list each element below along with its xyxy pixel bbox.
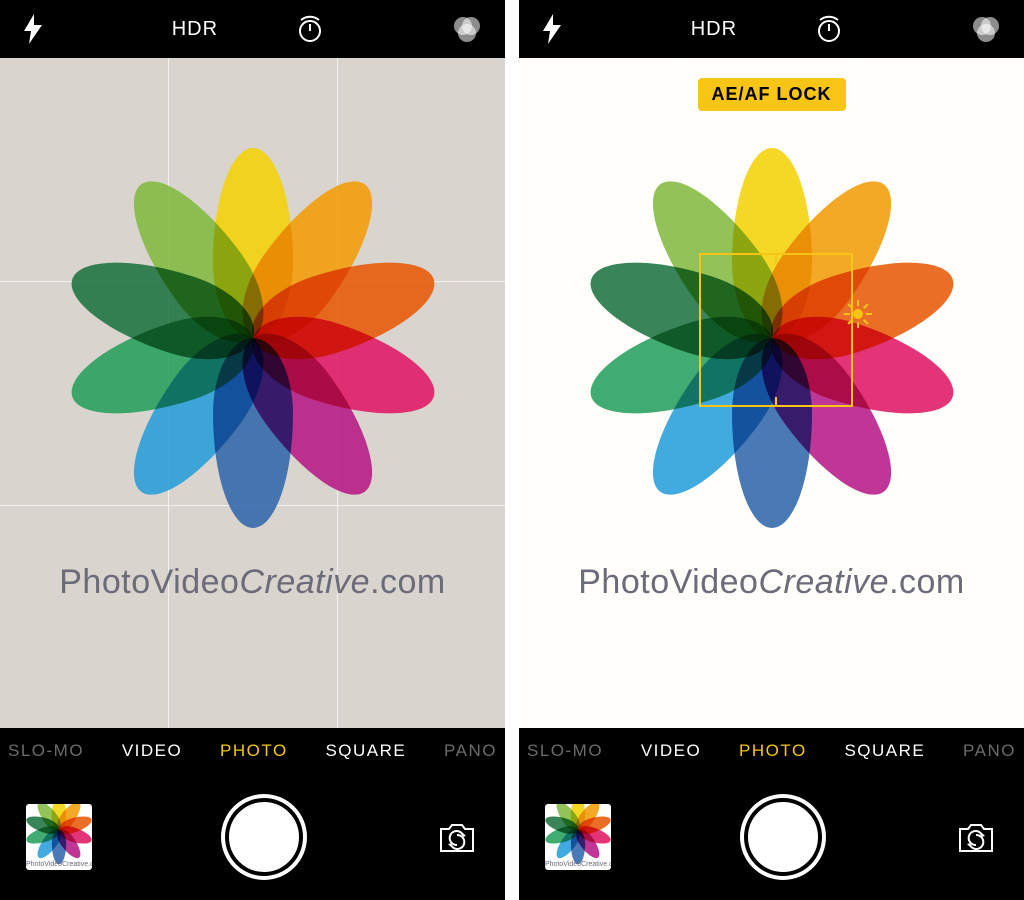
camera-switch-icon[interactable] [954, 815, 998, 859]
mode-pano[interactable]: PANO [444, 741, 497, 761]
top-controls: HDR [519, 0, 1024, 58]
shutter-button[interactable] [740, 794, 826, 880]
viewfinder[interactable]: PhotoVideoCreative.com [0, 58, 505, 728]
mode-slo-mo[interactable]: SLO-MO [8, 741, 84, 761]
hdr-toggle[interactable]: HDR [691, 18, 737, 41]
watermark-text: PhotoVideoCreative.com [0, 563, 505, 602]
last-photo-thumbnail[interactable]: PhotoVideoCreative.com [26, 804, 92, 870]
filters-icon[interactable] [451, 15, 483, 43]
mode-photo[interactable]: PHOTO [220, 741, 288, 761]
exposure-sun-icon[interactable] [847, 303, 869, 325]
mode-video[interactable]: VIDEO [641, 741, 701, 761]
flash-icon[interactable] [541, 14, 563, 44]
shutter-button[interactable] [221, 794, 307, 880]
timer-icon[interactable] [814, 14, 844, 44]
mode-pano[interactable]: PANO [963, 741, 1016, 761]
watermark-text: PhotoVideoCreative.com [519, 563, 1024, 602]
focus-indicator[interactable] [699, 253, 853, 407]
mode-slo-mo[interactable]: SLO-MO [527, 741, 603, 761]
subject-logo [73, 158, 433, 518]
camera-switch-icon[interactable] [435, 815, 479, 859]
bottom-controls: PhotoVideoCreative.com [0, 774, 505, 900]
mode-selector[interactable]: SLO-MO VIDEO PHOTO SQUARE PANO [519, 728, 1024, 774]
viewfinder[interactable]: PhotoVideoCreative.com AE/AF LOCK [519, 58, 1024, 728]
bottom-controls: PhotoVideoCreative.com [519, 774, 1024, 900]
filters-icon[interactable] [970, 15, 1002, 43]
mode-selector[interactable]: SLO-MO VIDEO PHOTO SQUARE PANO [0, 728, 505, 774]
mode-video[interactable]: VIDEO [122, 741, 182, 761]
top-controls: HDR [0, 0, 505, 58]
camera-screen-right: HDR PhotoVideoCreative.com AE/AF LOCK [519, 0, 1024, 900]
camera-screen-left: HDR PhotoVideoCreative.com SLO-MO VIDEO PH… [0, 0, 505, 900]
mode-photo[interactable]: PHOTO [739, 741, 807, 761]
flash-icon[interactable] [22, 14, 44, 44]
mode-square[interactable]: SQUARE [844, 741, 925, 761]
timer-icon[interactable] [295, 14, 325, 44]
last-photo-thumbnail[interactable]: PhotoVideoCreative.com [545, 804, 611, 870]
mode-square[interactable]: SQUARE [325, 741, 406, 761]
hdr-toggle[interactable]: HDR [172, 18, 218, 41]
ae-af-lock-badge: AE/AF LOCK [698, 78, 846, 111]
